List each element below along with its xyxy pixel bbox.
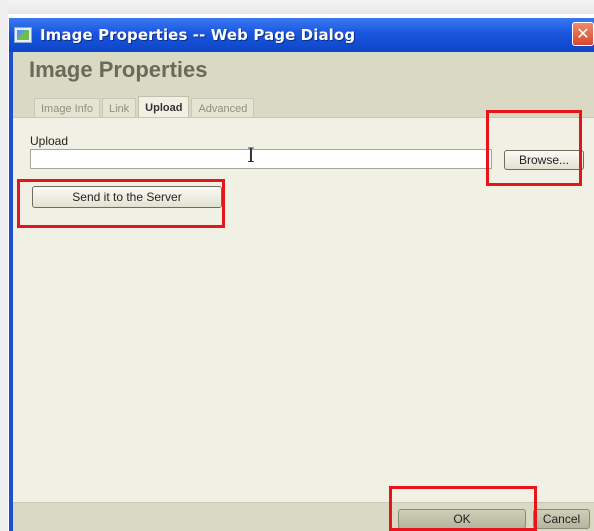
tab-strip: Image Info Link Upload Advanced — [34, 96, 256, 118]
dialog-image-icon — [14, 27, 32, 43]
window-titlebar[interactable]: Image Properties -- Web Page Dialog ✕ — [9, 18, 594, 52]
text-cursor-icon: I — [247, 143, 255, 167]
tab-link[interactable]: Link — [101, 98, 137, 118]
close-button[interactable]: ✕ — [572, 22, 594, 46]
tab-upload[interactable]: Upload — [138, 96, 190, 118]
cancel-button[interactable]: Cancel — [533, 509, 590, 529]
upload-file-input[interactable] — [30, 149, 492, 169]
close-icon: ✕ — [576, 26, 590, 43]
tab-advanced[interactable]: Advanced — [191, 98, 255, 118]
dialog-body: Image Properties Image Info Link Upload … — [13, 52, 594, 531]
image-properties-dialog: Image Properties -- Web Page Dialog ✕ Im… — [9, 18, 594, 531]
browse-button[interactable]: Browse... — [504, 150, 584, 170]
window-title: Image Properties -- Web Page Dialog — [40, 26, 356, 44]
tab-image-info[interactable]: Image Info — [34, 98, 100, 118]
tab-divider — [13, 117, 594, 118]
header-band: Image Properties — [13, 52, 594, 96]
screenshot-stage: Image Properties -- Web Page Dialog ✕ Im… — [0, 0, 594, 531]
page-title: Image Properties — [29, 57, 208, 82]
parent-page-edge — [0, 0, 8, 531]
send-to-server-button[interactable]: Send it to the Server — [32, 186, 222, 208]
upload-label: Upload — [30, 134, 69, 148]
parent-page-background — [0, 0, 594, 14]
ok-button[interactable]: OK — [398, 509, 526, 529]
